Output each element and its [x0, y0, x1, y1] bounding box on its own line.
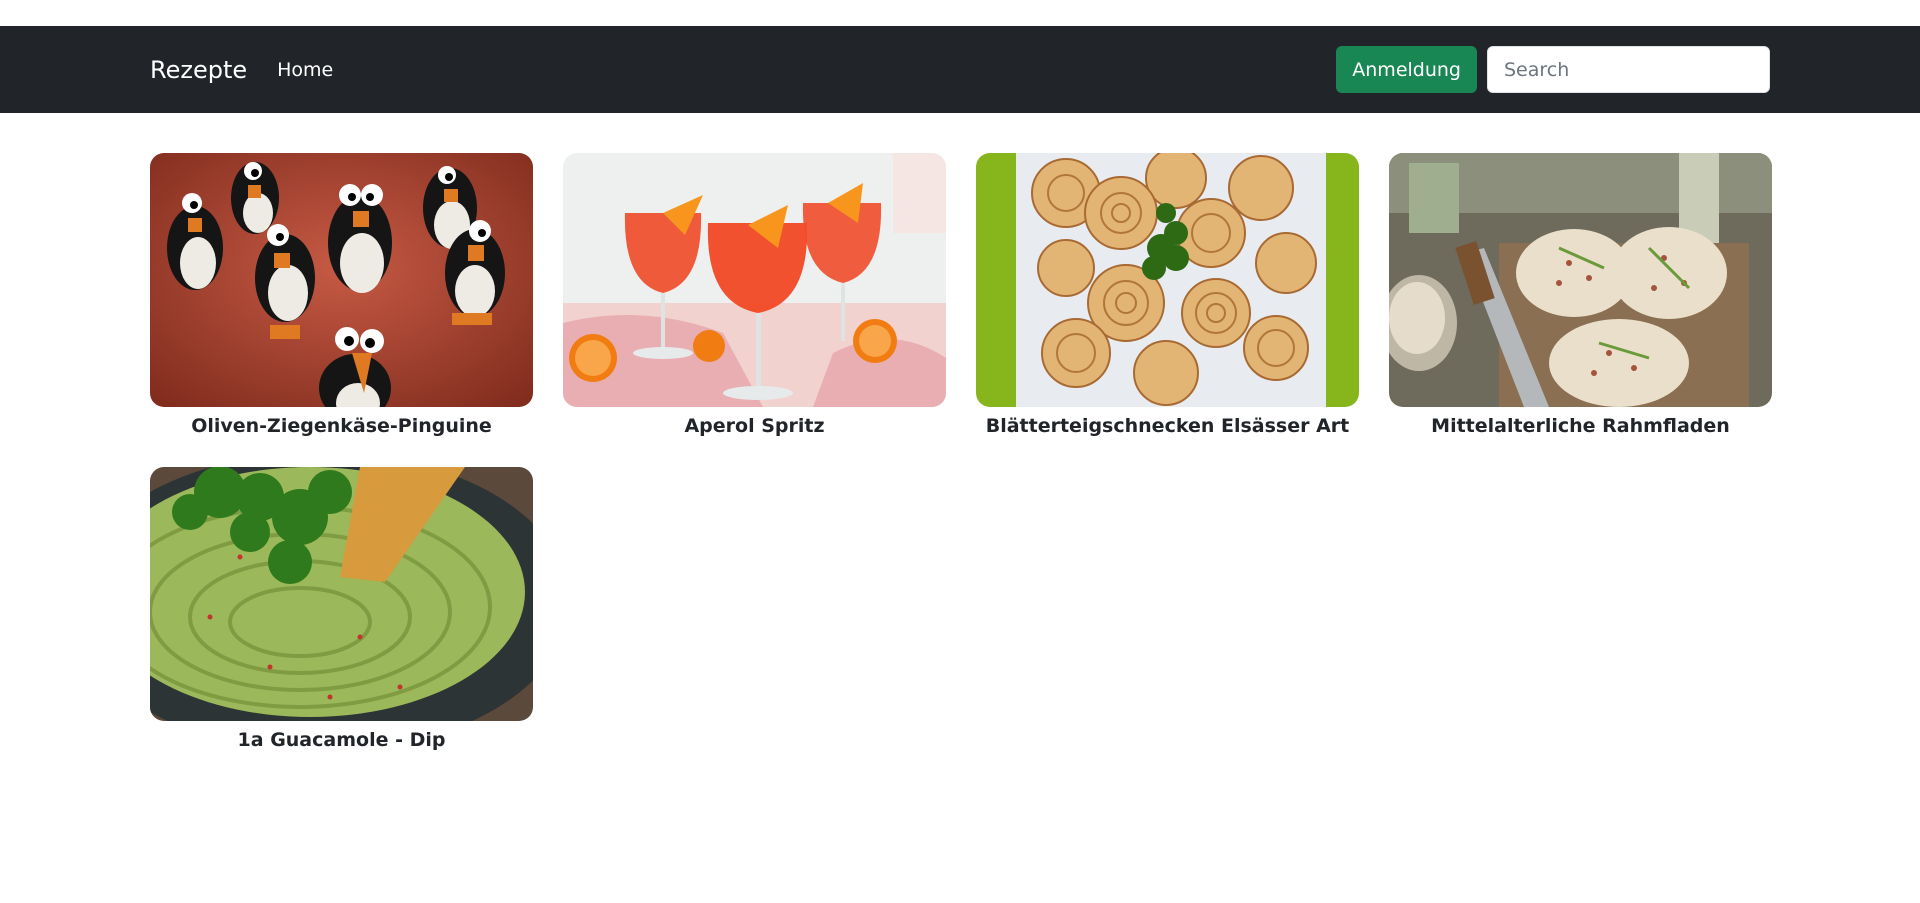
recipe-title[interactable]: Oliven-Ziegenkäse-Pinguine: [150, 415, 533, 437]
recipe-image-penguins[interactable]: [150, 153, 533, 407]
recipe-image-puff-pastry[interactable]: [976, 153, 1359, 407]
recipe-title[interactable]: Blätterteigschnecken Elsässer Art: [976, 415, 1359, 437]
recipe-title[interactable]: 1a Guacamole - Dip: [150, 729, 533, 751]
recipe-image-aperol[interactable]: [563, 153, 946, 407]
nav-home-link[interactable]: Home: [277, 59, 333, 81]
recipe-image-flatbread[interactable]: [1389, 153, 1772, 407]
recipe-card[interactable]: Aperol Spritz: [563, 153, 946, 437]
brand-link[interactable]: Rezepte: [150, 56, 247, 84]
navbar: Rezepte Home Anmeldung: [0, 26, 1920, 113]
recipe-card[interactable]: 1a Guacamole - Dip: [150, 467, 533, 751]
recipe-title[interactable]: Mittelalterliche Rahmfladen: [1389, 415, 1772, 437]
top-gap: [0, 0, 1920, 26]
recipe-grid: Oliven-Ziegenkäse-Pinguine Aperol Spritz…: [0, 113, 1920, 751]
recipe-title[interactable]: Aperol Spritz: [563, 415, 946, 437]
recipe-card[interactable]: Mittelalterliche Rahmfladen: [1389, 153, 1772, 437]
recipe-image-guacamole[interactable]: [150, 467, 533, 721]
search-input[interactable]: [1487, 46, 1770, 93]
recipe-card[interactable]: Oliven-Ziegenkäse-Pinguine: [150, 153, 533, 437]
recipe-card[interactable]: Blätterteigschnecken Elsässer Art: [976, 153, 1359, 437]
login-button[interactable]: Anmeldung: [1336, 46, 1477, 93]
